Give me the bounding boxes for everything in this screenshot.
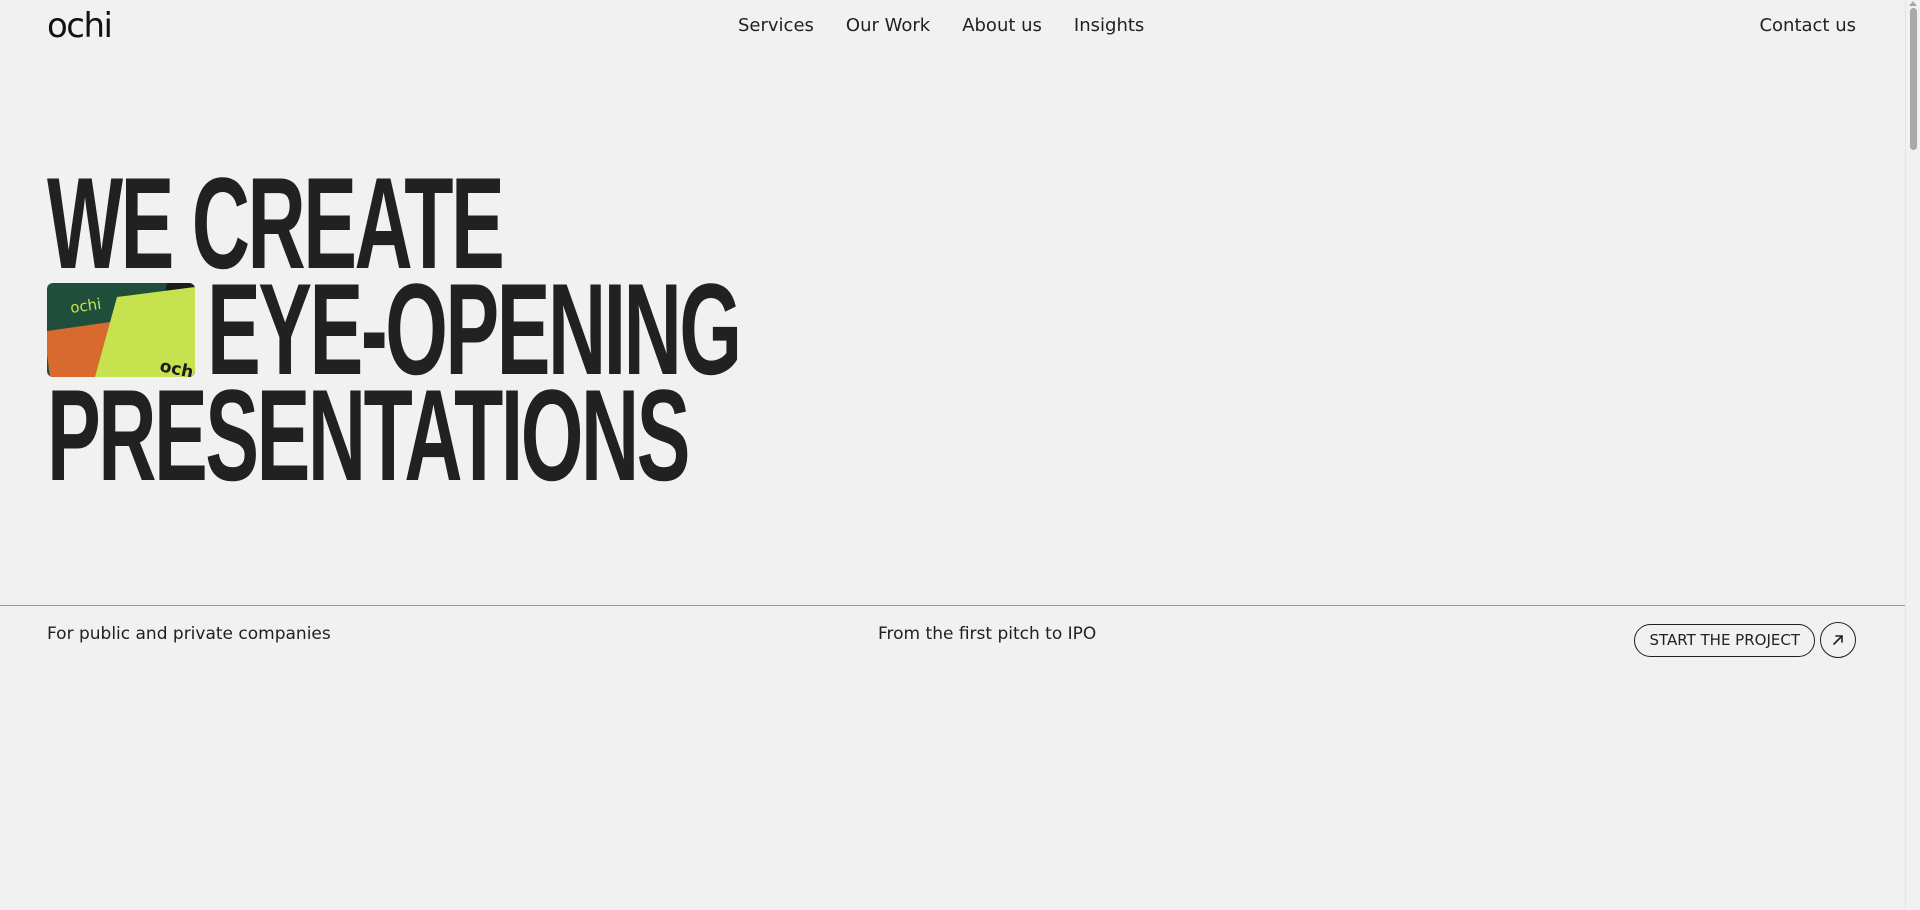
nav-link-about-us[interactable]: About us bbox=[962, 14, 1042, 38]
arrow-up-right-icon[interactable] bbox=[1820, 622, 1856, 658]
nav-link-our-work[interactable]: Our Work bbox=[846, 14, 930, 38]
start-project-button[interactable]: START THE PROJECT bbox=[1634, 624, 1815, 657]
nav-link-insights[interactable]: Insights bbox=[1074, 14, 1144, 38]
nav-links: Services Our Work About us Insights bbox=[738, 14, 1176, 38]
hero-heading: WE CREATE ochi ochi EYE-OPENING PRESENTA… bbox=[47, 158, 1081, 508]
nav-link-contact[interactable]: Contact us bbox=[1759, 14, 1856, 38]
scrollbar-thumb[interactable] bbox=[1910, 8, 1917, 150]
logo[interactable]: ochi bbox=[47, 4, 113, 48]
nav-link-services[interactable]: Services bbox=[738, 14, 814, 38]
tagline-left: For public and private companies bbox=[47, 624, 331, 644]
divider bbox=[0, 605, 1905, 606]
vertical-scrollbar[interactable] bbox=[1905, 0, 1920, 910]
top-nav: ochi Services Our Work About us Insights… bbox=[0, 0, 1905, 52]
scroll-up-arrow-icon[interactable] bbox=[1909, 1, 1917, 6]
tagline-middle: From the first pitch to IPO bbox=[878, 624, 1097, 644]
page: ochi Services Our Work About us Insights… bbox=[0, 0, 1905, 910]
arrow-up-right-glyph bbox=[1833, 635, 1843, 645]
hero-line-3: PRESENTATIONS bbox=[47, 362, 690, 508]
